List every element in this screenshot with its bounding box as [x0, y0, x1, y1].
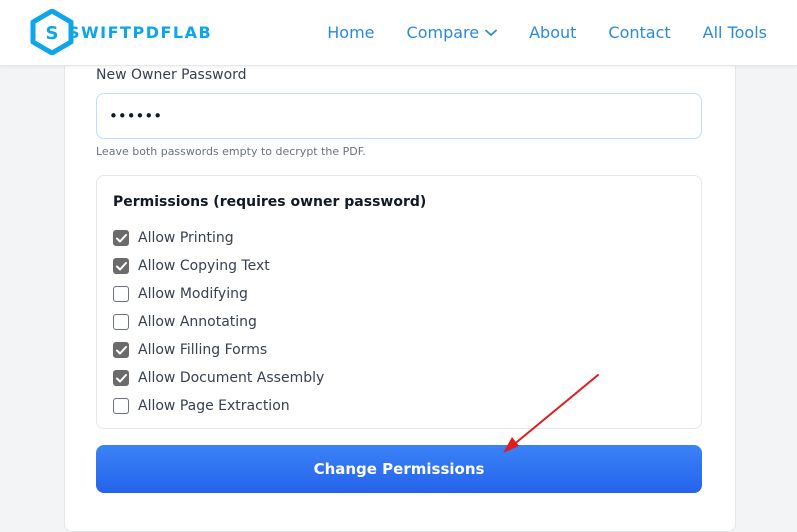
nav-all-tools[interactable]: All Tools — [703, 23, 767, 42]
checkbox-printing[interactable] — [113, 230, 129, 246]
permission-copying-text[interactable]: Allow Copying Text — [113, 252, 324, 280]
permission-filling-forms[interactable]: Allow Filling Forms — [113, 336, 324, 364]
permission-modifying[interactable]: Allow Modifying — [113, 280, 324, 308]
permissions-list: Allow Printing Allow Copying Text Allow … — [113, 224, 324, 420]
permission-printing[interactable]: Allow Printing — [113, 224, 324, 252]
permission-page-extraction-label: Allow Page Extraction — [138, 398, 290, 414]
svg-text:S: S — [46, 23, 59, 44]
check-icon — [115, 373, 127, 382]
permission-annotating-label: Allow Annotating — [138, 314, 257, 330]
checkbox-filling-forms[interactable] — [113, 342, 129, 358]
nav-compare-label: Compare — [406, 23, 480, 42]
owner-password-label: New Owner Password — [96, 67, 247, 83]
checkbox-page-extraction[interactable] — [113, 398, 129, 414]
nav-all-tools-label: All Tools — [702, 23, 767, 42]
owner-password-input[interactable] — [96, 93, 702, 139]
main-nav: Home Compare About Contact All Tools — [327, 0, 767, 65]
permission-printing-label: Allow Printing — [138, 230, 234, 246]
nav-home-label: Home — [327, 23, 375, 42]
change-permissions-button[interactable]: Change Permissions — [96, 445, 702, 493]
nav-about-label: About — [529, 23, 577, 42]
nav-contact[interactable]: Contact — [608, 23, 670, 42]
permission-page-extraction[interactable]: Allow Page Extraction — [113, 392, 324, 420]
logo-text: SWIFTPDFLAB — [68, 22, 213, 42]
checkbox-annotating[interactable] — [113, 314, 129, 330]
nav-compare[interactable]: Compare — [407, 23, 498, 42]
nav-contact-label: Contact — [608, 23, 671, 42]
nav-home[interactable]: Home — [327, 23, 374, 42]
permission-filling-forms-label: Allow Filling Forms — [138, 342, 268, 358]
check-icon — [115, 345, 127, 354]
checkbox-copying-text[interactable] — [113, 258, 129, 274]
permission-modifying-label: Allow Modifying — [138, 286, 248, 302]
permission-annotating[interactable]: Allow Annotating — [113, 308, 324, 336]
site-logo[interactable]: S SWIFTPDFLAB — [30, 9, 212, 55]
permission-copying-text-label: Allow Copying Text — [138, 258, 270, 274]
permissions-title: Permissions (requires owner password) — [113, 194, 427, 210]
check-icon — [115, 261, 127, 270]
password-hint: Leave both passwords empty to decrypt th… — [96, 145, 366, 158]
permission-document-assembly-label: Allow Document Assembly — [138, 370, 325, 386]
nav-about[interactable]: About — [529, 23, 576, 42]
check-icon — [115, 233, 127, 242]
checkbox-document-assembly[interactable] — [113, 370, 129, 386]
site-header: S SWIFTPDFLAB Home Compare About Contact… — [0, 0, 797, 66]
permissions-panel: Permissions (requires owner password) Al… — [96, 175, 702, 429]
checkbox-modifying[interactable] — [113, 286, 129, 302]
permission-document-assembly[interactable]: Allow Document Assembly — [113, 364, 324, 392]
chevron-down-icon — [485, 29, 497, 36]
